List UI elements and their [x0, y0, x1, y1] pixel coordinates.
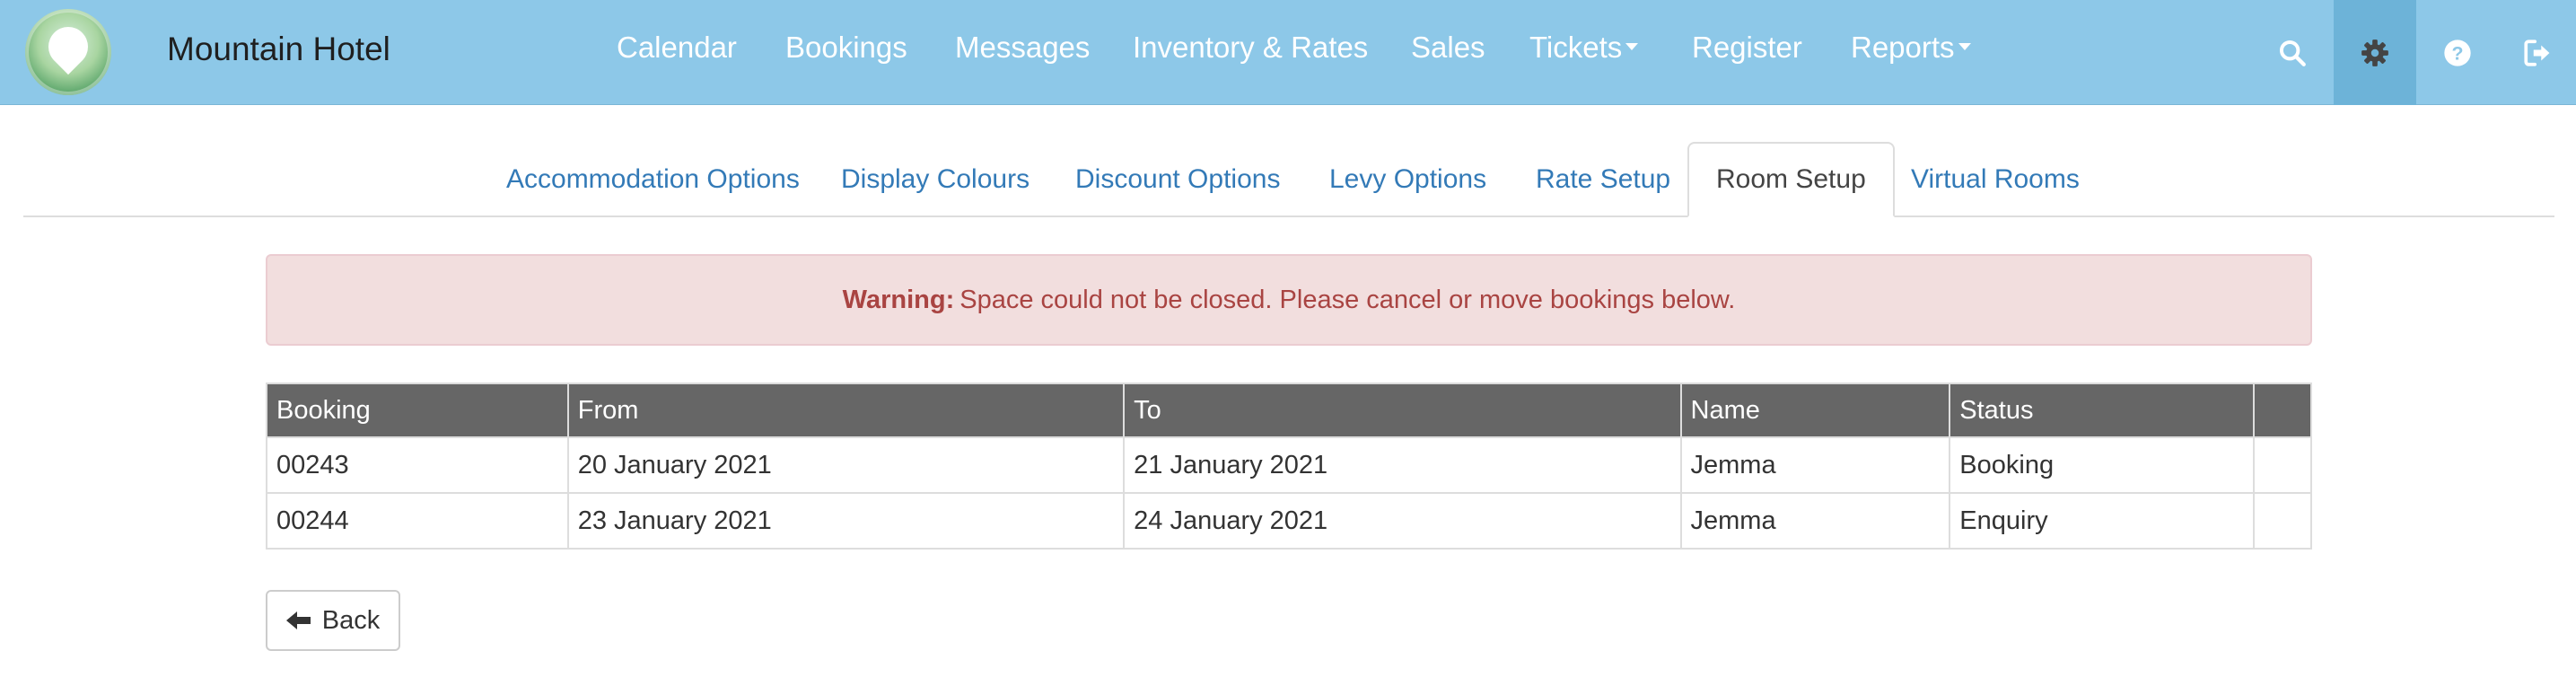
cell-from: 20 January 2021 — [566, 436, 1126, 494]
nav-inventory-rates[interactable]: Inventory & Rates — [1133, 31, 1368, 65]
tab-rate-setup[interactable]: Rate Setup — [1509, 142, 1697, 217]
nav-sales[interactable]: Sales — [1411, 31, 1485, 65]
arrow-left-icon — [285, 610, 311, 631]
cell-from: 23 January 2021 — [566, 492, 1126, 550]
caret-down-icon — [1958, 43, 1971, 51]
gear-icon — [2361, 39, 2388, 66]
nav-calendar[interactable]: Calendar — [617, 31, 737, 65]
nav-reports-label: Reports — [1851, 31, 1955, 64]
tab-virtual-rooms[interactable]: Virtual Rooms — [1884, 142, 2107, 217]
nav-bookings[interactable]: Bookings — [785, 31, 907, 65]
table-row[interactable]: 00243 20 January 2021 21 January 2021 Je… — [266, 436, 2312, 494]
top-navbar: Mountain Hotel Calendar Bookings Message… — [0, 0, 2576, 105]
col-to: To — [1123, 383, 1682, 438]
nav-tickets-dropdown[interactable]: Tickets — [1529, 31, 1639, 65]
tab-display-colours[interactable]: Display Colours — [814, 142, 1056, 217]
search-button[interactable] — [2251, 0, 2334, 105]
cell-actions — [2253, 436, 2312, 494]
nav-tickets-label: Tickets — [1529, 31, 1623, 64]
cell-status: Booking — [1949, 436, 2256, 494]
table-row[interactable]: 00244 23 January 2021 24 January 2021 Je… — [266, 492, 2312, 550]
alert-title: Warning: — [842, 285, 955, 314]
col-name: Name — [1679, 383, 1951, 438]
cell-to: 21 January 2021 — [1123, 436, 1682, 494]
search-icon — [2279, 40, 2306, 66]
tab-room-setup[interactable]: Room Setup — [1687, 142, 1895, 217]
svg-text:?: ? — [2451, 42, 2463, 64]
nav-messages[interactable]: Messages — [955, 31, 1090, 65]
tab-accommodation-options[interactable]: Accommodation Options — [479, 142, 827, 217]
cell-name: Jemma — [1679, 492, 1951, 550]
tab-levy-options[interactable]: Levy Options — [1302, 142, 1513, 217]
col-booking: Booking — [266, 383, 569, 438]
settings-button[interactable] — [2334, 0, 2416, 105]
help-button[interactable]: ? — [2416, 0, 2499, 105]
caret-down-icon — [1625, 43, 1639, 51]
warning-alert: Warning: Space could not be closed. Plea… — [266, 254, 2312, 346]
cell-status: Enquiry — [1949, 492, 2256, 550]
nav-reports-dropdown[interactable]: Reports — [1851, 31, 1971, 65]
help-icon: ? — [2444, 39, 2471, 66]
cell-booking: 00244 — [266, 492, 569, 550]
alert-message: Space could not be closed. Please cancel… — [959, 285, 1736, 314]
table-header-row: Booking From To Name Status — [266, 383, 2312, 438]
nav-register[interactable]: Register — [1692, 31, 1802, 65]
bookings-table: Booking From To Name Status 00243 20 Jan… — [266, 383, 2312, 550]
cell-booking: 00243 — [266, 436, 569, 494]
back-button[interactable]: Back — [266, 590, 400, 651]
cell-actions — [2253, 492, 2312, 550]
cell-name: Jemma — [1679, 436, 1951, 494]
col-from: From — [566, 383, 1126, 438]
cell-to: 24 January 2021 — [1123, 492, 1682, 550]
logout-button[interactable] — [2499, 0, 2576, 105]
col-status: Status — [1949, 383, 2256, 438]
col-actions — [2253, 383, 2312, 438]
main-nav: Calendar Bookings Messages Inventory & R… — [0, 0, 2576, 105]
back-button-label: Back — [321, 605, 381, 635]
logout-icon — [2524, 39, 2550, 66]
tab-discount-options[interactable]: Discount Options — [1048, 142, 1307, 217]
